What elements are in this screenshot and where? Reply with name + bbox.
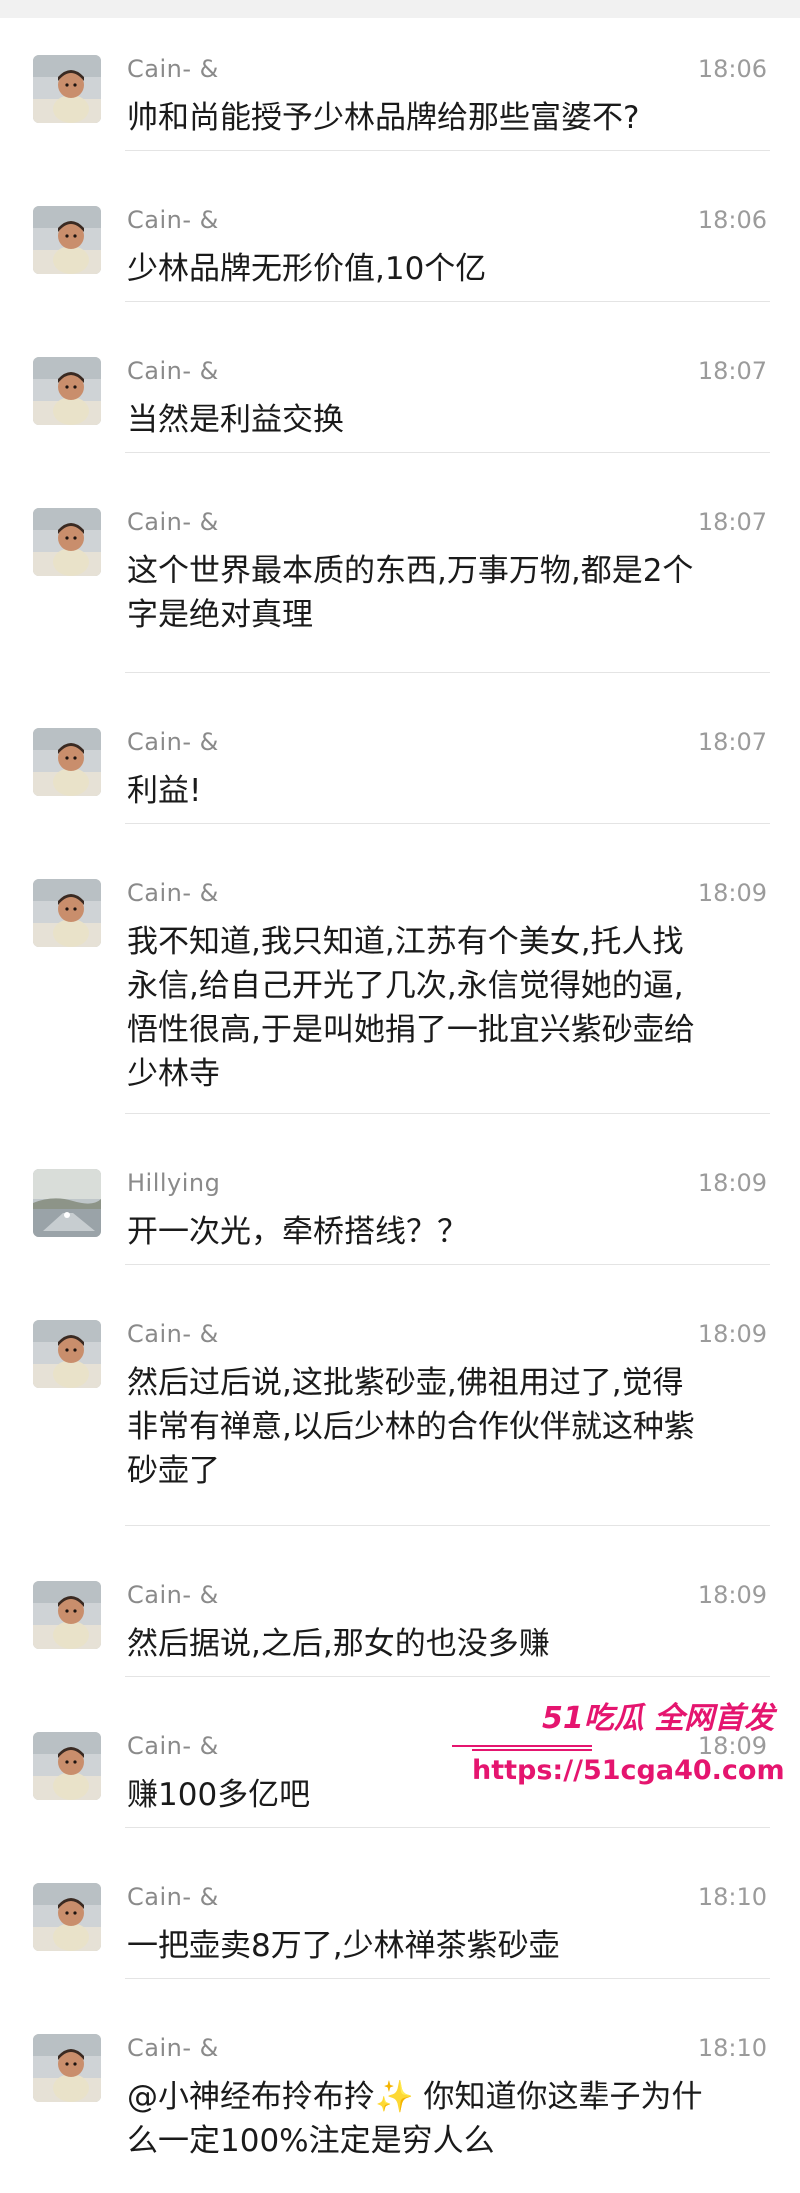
- message-text-line: 开一次光，牵桥搭线？？: [127, 1214, 468, 1250]
- message-text: 然后据说,之后,那女的也没多赚: [127, 1622, 757, 1666]
- message-text: 少林品牌无形价值,10个亿: [127, 247, 757, 291]
- chat-message[interactable]: Cain- & 18:07 这个世界最本质的东西,万事万物,都是2个 字是绝对真理: [0, 453, 800, 673]
- sender-name: Cain- &: [127, 728, 219, 756]
- message-time: 18:09: [697, 1581, 767, 1609]
- chat-message[interactable]: Cain- & 18:07 当然是利益交换: [0, 302, 800, 453]
- message-time: 18:10: [697, 2034, 767, 2062]
- sender-name: Cain- &: [127, 508, 219, 536]
- chat-message[interactable]: Cain- & 18:07 利益!: [0, 673, 800, 824]
- chat-message[interactable]: Cain- & 18:09 然后过后说,这批紫砂壶,佛祖用过了,觉得 非常有禅意,以后…: [0, 1265, 800, 1526]
- sender-name: Cain- &: [127, 357, 219, 385]
- avatar[interactable]: [33, 1883, 101, 1951]
- message-text-line: 少林寺: [127, 1056, 220, 1092]
- message-text-line: 这个世界最本质的东西,万事万物,都是2个: [127, 553, 694, 589]
- message-time: 18:10: [697, 1883, 767, 1911]
- message-text: 开一次光，牵桥搭线？？: [127, 1210, 757, 1254]
- message-time: 18:07: [697, 728, 767, 756]
- sender-name: Cain- &: [127, 1581, 219, 1609]
- message-text-line: 利益!: [127, 773, 202, 809]
- watermark: 51吃瓜 全网首发 https://51cga40.com: [452, 1693, 785, 1803]
- message-text: 这个世界最本质的东西,万事万物,都是2个 字是绝对真理: [127, 549, 757, 637]
- message-text: 然后过后说,这批紫砂壶,佛祖用过了,觉得 非常有禅意,以后少林的合作伙伴就这种紫砂…: [127, 1361, 757, 1493]
- message-text-line: 然后过后说,这批紫砂壶,佛祖用过了,觉得: [127, 1365, 684, 1401]
- message-time: 18:07: [697, 357, 767, 385]
- avatar[interactable]: [33, 508, 101, 576]
- watermark-url: https://51cga40.com: [472, 1755, 785, 1786]
- message-text-line: 帅和尚能授予少林品牌给那些富婆不?: [127, 100, 640, 136]
- message-text: 我不知道,我只知道,江苏有个美女,托人找 永信,给自己开光了几次,永信觉得她的逼,…: [127, 920, 757, 1096]
- avatar[interactable]: [33, 1169, 101, 1237]
- chat-message[interactable]: Cain- & 18:10 @小神经布拎布拎✨ 你知道你这辈子为什 么一定100%注定…: [0, 1979, 800, 2193]
- avatar[interactable]: [33, 55, 101, 123]
- message-text-line: 砂壶了: [127, 1453, 220, 1489]
- sender-name: Hillying: [127, 1169, 221, 1197]
- message-text: 帅和尚能授予少林品牌给那些富婆不?: [127, 96, 757, 140]
- sender-name: Cain- &: [127, 1883, 219, 1911]
- avatar[interactable]: [33, 1320, 101, 1388]
- message-text: 当然是利益交换: [127, 398, 757, 442]
- chat-message[interactable]: Cain- & 18:10 一把壶卖8万了,少林禅茶紫砂壶: [0, 1828, 800, 1979]
- avatar[interactable]: [33, 357, 101, 425]
- avatar[interactable]: [33, 728, 101, 796]
- message-text-line: 当然是利益交换: [127, 402, 344, 438]
- message-time: 18:06: [697, 55, 767, 83]
- message-text-line: 悟性很高,于是叫她捐了一批宜兴紫砂壶给: [127, 1012, 695, 1048]
- avatar[interactable]: [33, 206, 101, 274]
- chat-message[interactable]: Cain- & 18:06 少林品牌无形价值,10个亿: [0, 151, 800, 302]
- message-text-line: 一把壶卖8万了,少林禅茶紫砂壶: [127, 1928, 560, 1964]
- chat-message[interactable]: Cain- & 18:09 然后据说,之后,那女的也没多赚: [0, 1526, 800, 1677]
- message-text-line: 字是绝对真理: [127, 597, 313, 633]
- message-time: 18:09: [697, 879, 767, 907]
- sender-name: Cain- &: [127, 879, 219, 907]
- avatar[interactable]: [33, 1581, 101, 1649]
- message-text-line: 非常有禅意,以后少林的合作伙伴就这种紫: [127, 1409, 695, 1445]
- message-text-line: 永信,给自己开光了几次,永信觉得她的逼,: [127, 968, 684, 1004]
- sender-name: Cain- &: [127, 206, 219, 234]
- message-time: 18:06: [697, 206, 767, 234]
- chat-message[interactable]: Cain- & 18:06 帅和尚能授予少林品牌给那些富婆不?: [0, 0, 800, 151]
- message-text-line: 我不知道,我只知道,江苏有个美女,托人找: [127, 924, 684, 960]
- chat-message[interactable]: Hillying 18:09 开一次光，牵桥搭线？？: [0, 1114, 800, 1265]
- message-text: 利益!: [127, 769, 757, 813]
- message-text-line: 然后据说,之后,那女的也没多赚: [127, 1626, 550, 1662]
- message-text: @小神经布拎布拎✨ 你知道你这辈子为什 么一定100%注定是穷人么: [127, 2075, 757, 2163]
- watermark-title: 51吃瓜 全网首发: [542, 1701, 775, 1736]
- message-time: 18:09: [697, 1169, 767, 1197]
- avatar[interactable]: [33, 879, 101, 947]
- sender-name: Cain- &: [127, 1320, 219, 1348]
- message-text-line: 么一定100%注定是穷人么: [127, 2123, 495, 2159]
- chat-message[interactable]: Cain- & 18:09 我不知道,我只知道,江苏有个美女,托人找 永信,给自己开光…: [0, 824, 800, 1114]
- avatar[interactable]: [33, 2034, 101, 2102]
- sender-name: Cain- &: [127, 2034, 219, 2062]
- message-text-line: 少林品牌无形价值,10个亿: [127, 251, 487, 287]
- sender-name: Cain- &: [127, 1732, 219, 1760]
- sender-name: Cain- &: [127, 55, 219, 83]
- watermark-lines-decoration: [452, 1745, 592, 1751]
- message-time: 18:09: [697, 1320, 767, 1348]
- message-time: 18:07: [697, 508, 767, 536]
- avatar[interactable]: [33, 1732, 101, 1800]
- message-text: 一把壶卖8万了,少林禅茶紫砂壶: [127, 1924, 757, 1968]
- message-text-line: @小神经布拎布拎✨ 你知道你这辈子为什: [127, 2079, 703, 2115]
